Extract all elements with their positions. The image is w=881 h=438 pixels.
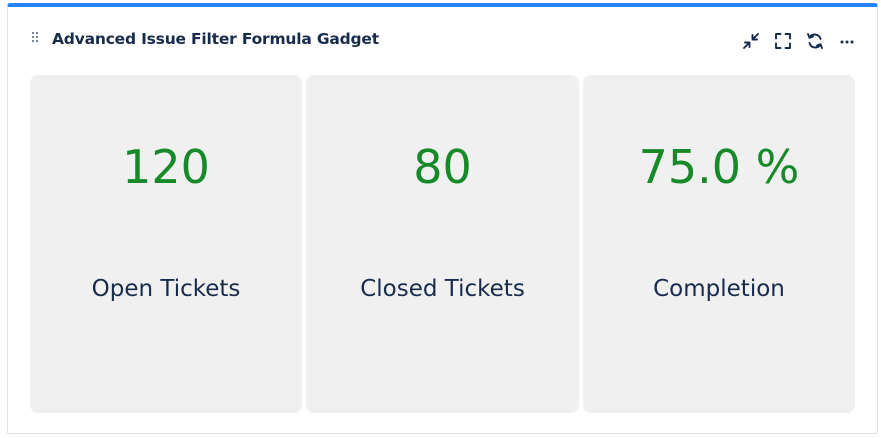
gadget-title: Advanced Issue Filter Formula Gadget bbox=[52, 30, 379, 48]
more-actions-button[interactable] bbox=[837, 31, 857, 51]
metric-value: 75.0 % bbox=[638, 140, 800, 194]
metric-label: Open Tickets bbox=[91, 276, 241, 302]
metric-value: 80 bbox=[413, 140, 472, 194]
minimize-icon bbox=[743, 33, 759, 49]
more-icon bbox=[840, 40, 854, 44]
metric-card-completion: 75.0 % Completion bbox=[583, 75, 855, 413]
fullscreen-button[interactable] bbox=[773, 31, 793, 51]
metric-cards: 120 Open Tickets 80 Closed Tickets 75.0 … bbox=[30, 75, 856, 413]
metric-label: Completion bbox=[653, 276, 785, 302]
minimize-button[interactable] bbox=[741, 31, 761, 51]
gadget-panel: Advanced Issue Filter Formula Gadget 120… bbox=[7, 3, 878, 434]
fullscreen-icon bbox=[775, 33, 791, 49]
refresh-button[interactable] bbox=[805, 31, 825, 51]
metric-card-open-tickets: 120 Open Tickets bbox=[30, 75, 302, 413]
gadget-header: Advanced Issue Filter Formula Gadget bbox=[8, 7, 877, 71]
metric-value: 120 bbox=[122, 140, 210, 194]
metric-card-closed-tickets: 80 Closed Tickets bbox=[306, 75, 579, 413]
metric-label: Closed Tickets bbox=[360, 276, 525, 302]
drag-handle-icon[interactable] bbox=[31, 31, 39, 43]
refresh-icon bbox=[807, 33, 823, 49]
gadget-actions bbox=[729, 31, 857, 51]
